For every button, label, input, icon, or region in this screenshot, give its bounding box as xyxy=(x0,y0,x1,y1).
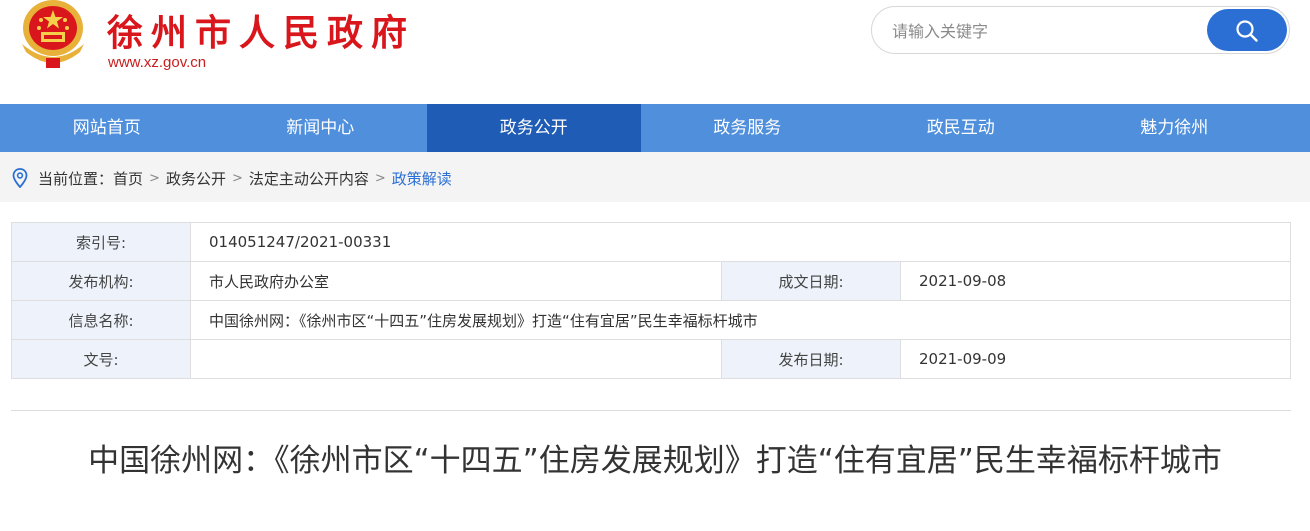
published-date-value: 2021-09-09 xyxy=(900,339,1291,379)
doc-number-value xyxy=(190,339,722,379)
search-box xyxy=(871,6,1290,54)
breadcrumb-policy-interpretation[interactable]: 政策解读 xyxy=(392,168,452,189)
created-date-value: 2021-09-08 xyxy=(900,261,1291,301)
divider xyxy=(11,410,1291,411)
org-label: 发布机构: xyxy=(11,261,191,301)
published-date-label: 发布日期: xyxy=(721,339,901,379)
location-pin-icon xyxy=(12,168,28,188)
info-name-value: 中国徐州网：《徐州市区“十四五”住房发展规划》打造“住有宜居”民生幸福标杆城市 xyxy=(190,300,1291,340)
index-label: 索引号: xyxy=(11,222,191,262)
search-input[interactable] xyxy=(892,17,1192,45)
breadcrumb-home[interactable]: 首页 xyxy=(113,168,143,189)
nav-item-charm-xuzhou[interactable]: 魅力徐州 xyxy=(1068,104,1282,152)
created-date-label: 成文日期: xyxy=(721,261,901,301)
article-title: 中国徐州网：《徐州市区“十四五”住房发展规划》打造“住有宜居”民生幸福标杆城市 xyxy=(88,443,1222,479)
table-row: 发布机构: 市人民政府办公室 成文日期: 2021-09-08 xyxy=(11,261,1291,301)
national-emblem-icon[interactable] xyxy=(14,0,92,70)
breadcrumb-separator: > xyxy=(374,170,386,186)
org-value: 市人民政府办公室 xyxy=(190,261,722,301)
nav-item-home[interactable]: 网站首页 xyxy=(0,104,214,152)
search-icon xyxy=(1236,20,1258,42)
site-url[interactable]: www.xz.gov.cn xyxy=(108,54,206,71)
main-nav: 网站首页 新闻中心 政务公开 政务服务 政民互动 魅力徐州 xyxy=(0,104,1310,152)
table-row: 信息名称: 中国徐州网：《徐州市区“十四五”住房发展规划》打造“住有宜居”民生幸… xyxy=(11,300,1291,340)
breadcrumb-inner: 当前位置： 首页 > 政务公开 > 法定主动公开内容 > 政策解读 xyxy=(12,167,452,189)
doc-number-label: 文号: xyxy=(11,339,191,379)
breadcrumb-separator: > xyxy=(231,170,243,186)
search-button[interactable] xyxy=(1207,9,1287,51)
nav-item-interaction[interactable]: 政民互动 xyxy=(854,104,1068,152)
table-row: 索引号: 014051247/2021-00331 xyxy=(11,222,1291,262)
info-table: 索引号: 014051247/2021-00331 发布机构: 市人民政府办公室… xyxy=(11,222,1291,379)
breadcrumb: 当前位置： 首页 > 政务公开 > 法定主动公开内容 > 政策解读 xyxy=(0,152,1310,202)
index-value: 014051247/2021-00331 xyxy=(190,222,1291,262)
info-name-label: 信息名称: xyxy=(11,300,191,340)
nav-item-gov-services[interactable]: 政务服务 xyxy=(641,104,855,152)
header: 徐州市人民政府 www.xz.gov.cn xyxy=(0,0,1310,104)
breadcrumb-statutory-content[interactable]: 法定主动公开内容 xyxy=(249,168,369,189)
breadcrumb-prefix: 当前位置： xyxy=(38,169,114,188)
site-title[interactable]: 徐州市人民政府 xyxy=(107,4,415,56)
breadcrumb-gov-affairs[interactable]: 政务公开 xyxy=(166,168,226,189)
table-row: 文号: 发布日期: 2021-09-09 xyxy=(11,339,1291,379)
nav-item-gov-affairs[interactable]: 政务公开 xyxy=(427,104,641,152)
nav-item-news[interactable]: 新闻中心 xyxy=(214,104,428,152)
breadcrumb-separator: > xyxy=(149,170,160,186)
